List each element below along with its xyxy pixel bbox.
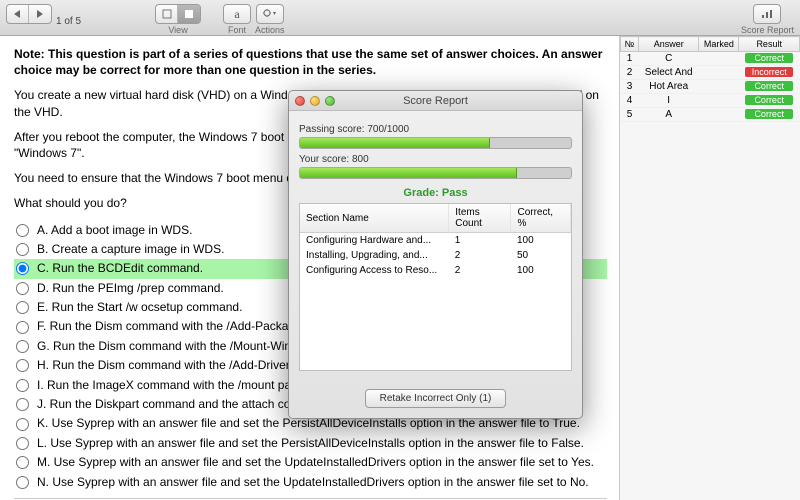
choice-n[interactable]: N. Use Syprep with an answer file and se…	[14, 473, 607, 492]
choice-label: E. Run the Start /w ocsetup command.	[37, 299, 242, 316]
choice-radio[interactable]	[16, 301, 29, 314]
col-n[interactable]: №	[621, 37, 639, 52]
choice-m[interactable]: M. Use Syprep with an answer file and se…	[14, 453, 607, 472]
choice-radio[interactable]	[16, 282, 29, 295]
score-table: № Answer Marked Result 1CCorrect2Select …	[620, 36, 800, 122]
choice-radio[interactable]	[16, 476, 29, 489]
toolbar: . 1 of 5 View a Font Actions Score Repor…	[0, 0, 800, 36]
choice-radio[interactable]	[16, 437, 29, 450]
table-row[interactable]: 3Hot AreaCorrect	[621, 80, 800, 94]
font-group: a Font	[223, 2, 251, 35]
position-label: 1 of 5	[56, 16, 81, 27]
font-label: Font	[228, 25, 246, 35]
score-report-modal: Score Report Passing score: 700/1000 You…	[288, 90, 583, 419]
table-row: Configuring Access to Reso...2100	[300, 263, 571, 278]
actions-button[interactable]	[257, 5, 283, 23]
choice-radio[interactable]	[16, 243, 29, 256]
view-group: View	[155, 2, 201, 35]
nav-group: .	[6, 2, 52, 35]
table-row[interactable]: 1CCorrect	[621, 52, 800, 66]
choice-radio[interactable]	[16, 379, 29, 392]
choice-label: L. Use Syprep with an answer file and se…	[37, 435, 584, 452]
col-answer[interactable]: Answer	[639, 37, 699, 52]
choice-radio[interactable]	[16, 262, 29, 275]
choice-radio[interactable]	[16, 340, 29, 353]
prev-button[interactable]	[7, 5, 29, 23]
choice-l[interactable]: L. Use Syprep with an answer file and se…	[14, 434, 607, 453]
choice-label: B. Create a capture image in WDS.	[37, 241, 224, 258]
actions-group: Actions	[255, 2, 285, 35]
choice-label: H. Run the Dism command with the /Add-Dr…	[37, 357, 329, 374]
score-report-button[interactable]	[754, 5, 780, 23]
view-split-button[interactable]	[178, 5, 200, 23]
choice-radio[interactable]	[16, 418, 29, 431]
choice-radio[interactable]	[16, 456, 29, 469]
grade-label: Grade: Pass	[299, 187, 572, 199]
choice-label: D. Run the PEImg /prep command.	[37, 280, 224, 297]
table-row[interactable]: 4ICorrect	[621, 94, 800, 108]
nav-seg	[6, 4, 52, 24]
col-marked[interactable]: Marked	[699, 37, 739, 52]
choice-label: C. Run the BCDEdit command.	[37, 260, 203, 277]
choice-radio[interactable]	[16, 224, 29, 237]
modal-titlebar[interactable]: Score Report	[289, 91, 582, 111]
sections-table: Section Name Items Count Correct, % Conf…	[299, 203, 572, 371]
choice-label: N. Use Syprep with an answer file and se…	[37, 474, 589, 491]
next-button[interactable]	[29, 5, 51, 23]
passing-progress	[299, 137, 572, 149]
col-correct[interactable]: Correct, %	[511, 204, 571, 233]
yourscore-label: Your score: 800	[299, 154, 572, 165]
choice-label: M. Use Syprep with an answer file and se…	[37, 454, 594, 471]
choice-radio[interactable]	[16, 359, 29, 372]
table-row: Installing, Upgrading, and...250	[300, 248, 571, 263]
view-single-button[interactable]	[156, 5, 178, 23]
table-row: Configuring Hardware and...1100	[300, 233, 571, 249]
note-text: Note: This question is part of a series …	[14, 46, 607, 78]
score-group: Score Report	[741, 2, 794, 35]
choice-label: A. Add a boot image in WDS.	[37, 222, 192, 239]
table-row[interactable]: 2Select AndIncorrect	[621, 66, 800, 80]
col-section[interactable]: Section Name	[300, 204, 449, 233]
score-sidebar: № Answer Marked Result 1CCorrect2Select …	[620, 36, 800, 500]
score-label: Score Report	[741, 25, 794, 35]
col-items[interactable]: Items Count	[449, 204, 511, 233]
table-row[interactable]: 5ACorrect	[621, 108, 800, 122]
passing-label: Passing score: 700/1000	[299, 124, 572, 135]
view-label: View	[168, 25, 187, 35]
col-result[interactable]: Result	[739, 37, 800, 52]
font-button[interactable]: a	[224, 5, 250, 23]
yourscore-progress	[299, 167, 572, 179]
choice-radio[interactable]	[16, 398, 29, 411]
modal-title: Score Report	[289, 95, 582, 107]
choice-radio[interactable]	[16, 321, 29, 334]
actions-label: Actions	[255, 25, 285, 35]
retake-button[interactable]: Retake Incorrect Only (1)	[365, 389, 507, 408]
view-seg	[155, 4, 201, 24]
